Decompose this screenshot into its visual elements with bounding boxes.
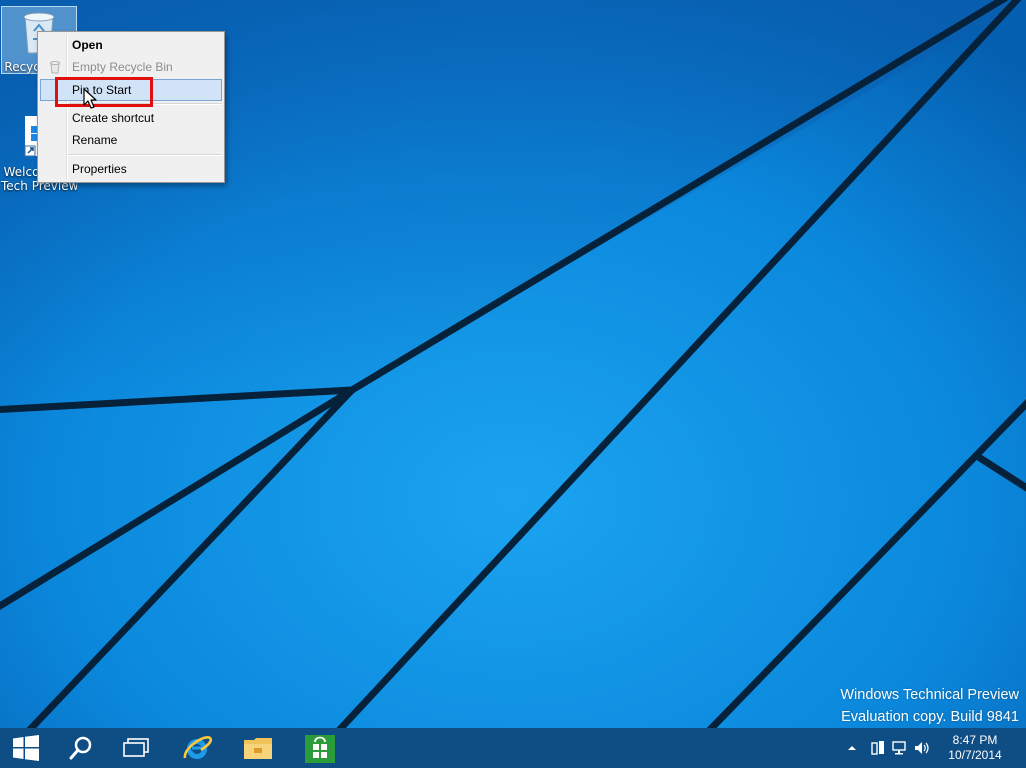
task-view-icon — [123, 738, 149, 757]
taskbar-clock[interactable]: 8:47 PM 10/7/2014 — [944, 733, 1006, 763]
menu-item-open[interactable]: Open — [40, 34, 222, 56]
action-center-icon[interactable] — [870, 740, 886, 756]
internet-explorer-button[interactable] — [171, 728, 223, 768]
internet-explorer-icon — [183, 736, 213, 759]
system-tray: 8:47 PM 10/7/2014 — [836, 728, 1026, 768]
evaluation-watermark: Windows Technical Preview Evaluation cop… — [840, 684, 1019, 728]
menu-item-empty-recycle-bin[interactable]: Empty Recycle Bin — [40, 56, 222, 78]
menu-item-properties-label: Properties — [72, 162, 127, 176]
search-icon — [69, 736, 92, 760]
windows-logo-icon — [13, 735, 39, 761]
menu-item-open-label: Open — [72, 38, 103, 52]
recycle-bin-small-icon — [50, 61, 60, 74]
mouse-cursor-icon — [83, 88, 97, 109]
menu-item-empty-recycle-bin-label: Empty Recycle Bin — [72, 60, 173, 74]
search-button[interactable] — [55, 728, 107, 768]
watermark-line1: Windows Technical Preview — [840, 687, 1019, 703]
clock-date: 10/7/2014 — [948, 748, 1002, 762]
volume-icon[interactable] — [914, 740, 930, 756]
show-hidden-icons-chevron-icon[interactable] — [844, 740, 860, 756]
menu-item-create-shortcut-label: Create shortcut — [72, 111, 155, 125]
menu-item-pin-to-start-label: Pin to Start — [72, 83, 132, 97]
menu-item-pin-to-start[interactable]: Pin to Start — [40, 79, 222, 101]
folder-icon — [244, 738, 272, 759]
context-menu: Open Empty Recycle Bin Pin to Start Crea… — [37, 31, 225, 183]
store-icon — [305, 735, 335, 763]
start-button[interactable] — [0, 728, 52, 768]
file-explorer-button[interactable] — [232, 728, 284, 768]
menu-item-rename-label: Rename — [72, 133, 118, 147]
network-icon[interactable] — [892, 740, 908, 756]
menu-item-create-shortcut[interactable]: Create shortcut — [40, 107, 222, 129]
clock-time: 8:47 PM — [952, 733, 998, 747]
menu-item-rename[interactable]: Rename — [40, 129, 222, 151]
watermark-line2: Evaluation copy. Build 9841 — [841, 709, 1019, 725]
menu-separator — [68, 154, 222, 156]
store-button[interactable] — [294, 728, 346, 768]
menu-item-properties[interactable]: Properties — [40, 158, 222, 180]
task-view-button[interactable] — [110, 728, 162, 768]
taskbar: 8:47 PM 10/7/2014 — [0, 728, 1026, 768]
